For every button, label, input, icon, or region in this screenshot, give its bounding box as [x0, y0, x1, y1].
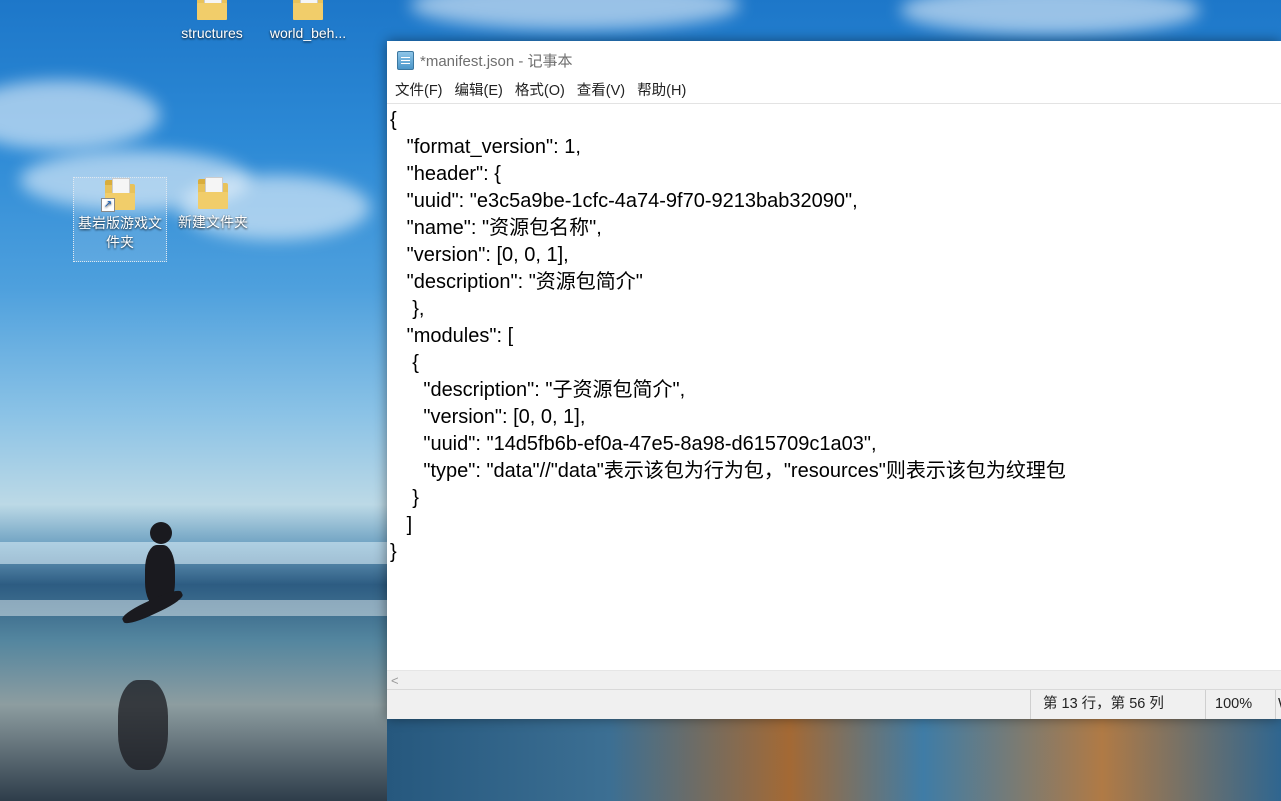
- title-bar[interactable]: *manifest.json - 记事本: [387, 41, 1281, 79]
- zoom-level: 100%: [1205, 690, 1275, 719]
- desktop-icon-bedrock-game-folder[interactable]: ↗ 基岩版游戏文件夹: [73, 177, 167, 262]
- menu-view[interactable]: 查看(V): [571, 79, 631, 103]
- desktop-icon-label: 新建文件夹: [178, 214, 248, 230]
- shortcut-arrow-icon: ↗: [101, 198, 115, 212]
- horizontal-scrollbar[interactable]: <: [387, 670, 1281, 690]
- wallpaper-cloud: [0, 80, 160, 150]
- wallpaper-wave: [0, 542, 390, 564]
- desktop-icon-structures[interactable]: structures: [166, 0, 258, 43]
- wallpaper-runner-head: [150, 522, 172, 544]
- folder-icon: [197, 0, 227, 20]
- editor-content[interactable]: { "format_version": 1, "header": { "uuid…: [387, 104, 1281, 566]
- desktop-icon-new-folder[interactable]: 新建文件夹: [167, 177, 259, 232]
- menu-format[interactable]: 格式(O): [509, 79, 571, 103]
- menu-help[interactable]: 帮助(H): [631, 79, 692, 103]
- notepad-window[interactable]: *manifest.json - 记事本 文件(F) 编辑(E) 格式(O) 查…: [387, 41, 1281, 719]
- desktop-icon-world-behavior[interactable]: world_beh...: [262, 0, 354, 43]
- wallpaper-wave: [0, 600, 390, 616]
- notepad-app-icon[interactable]: [397, 50, 414, 70]
- menu-bar: 文件(F) 编辑(E) 格式(O) 查看(V) 帮助(H): [387, 79, 1281, 103]
- desktop-icon-label: structures: [181, 25, 243, 41]
- desktop-icon-label: 基岩版游戏文件夹: [78, 215, 162, 250]
- status-bar: 第 13 行，第 56 列 100% W: [387, 689, 1281, 719]
- wallpaper-reflection-strip: [387, 718, 1281, 801]
- cursor-position: 第 13 行，第 56 列: [1030, 690, 1205, 719]
- wallpaper-cloud: [410, 0, 740, 30]
- folder-shortcut-icon: ↗: [101, 178, 135, 212]
- status-line-ending: W: [1275, 690, 1281, 719]
- folder-icon: [198, 177, 228, 209]
- wallpaper-runner-reflection: [118, 680, 168, 770]
- text-editor[interactable]: { "format_version": 1, "header": { "uuid…: [387, 103, 1281, 671]
- menu-file[interactable]: 文件(F): [389, 79, 449, 103]
- wallpaper-cloud: [900, 0, 1200, 35]
- scroll-left-arrow-icon[interactable]: <: [391, 671, 399, 690]
- menu-edit[interactable]: 编辑(E): [449, 79, 509, 103]
- desktop-icon-label: world_beh...: [269, 25, 347, 41]
- folder-icon: [293, 0, 323, 20]
- window-title: *manifest.json - 记事本: [420, 52, 573, 70]
